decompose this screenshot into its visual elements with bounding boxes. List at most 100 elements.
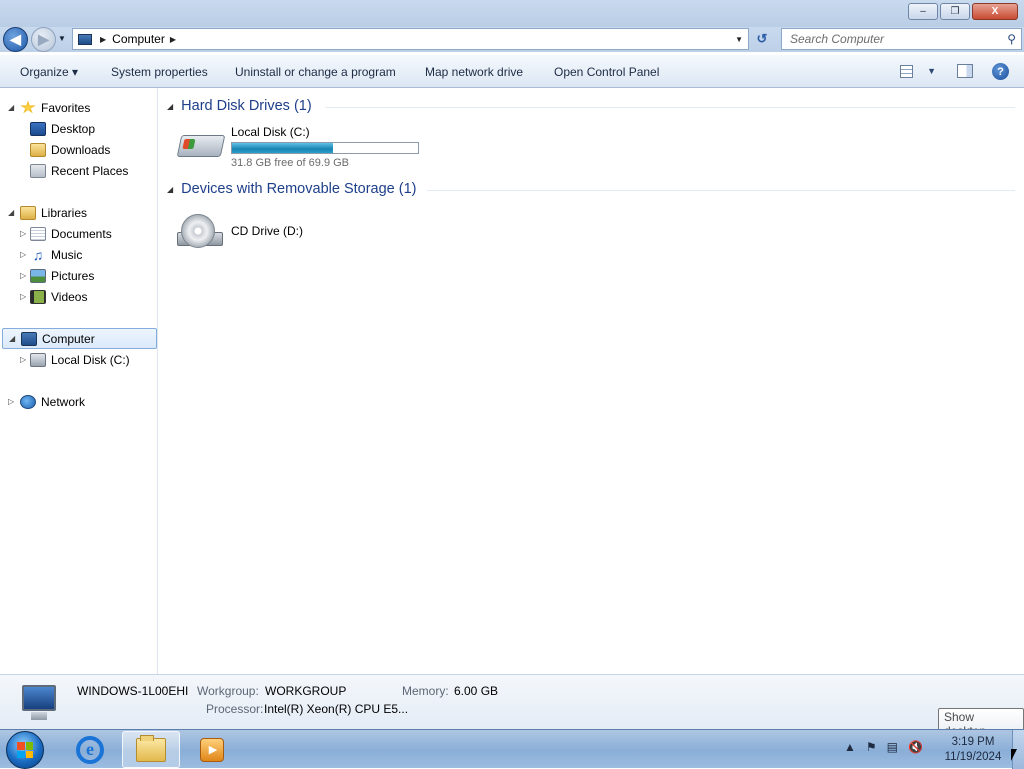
taskbar-windows-explorer[interactable] [122,731,180,768]
preview-pane-icon[interactable] [957,64,973,78]
downloads-folder-icon [30,142,46,157]
memory-value: 6.00 GB [454,684,499,698]
action-center-flag-icon[interactable]: ⚑ [866,740,877,754]
address-row: ◀ ▶ ▼ ▶ Computer ▶ ▼ ↺ ⚲ [0,27,1024,52]
network-icon [20,394,36,409]
taskbar-media-player[interactable]: ▶ [183,731,241,768]
recent-places-icon [30,163,46,178]
refresh-icon[interactable]: ↺ [751,28,773,50]
nav-local-disk[interactable]: ▷ Local Disk (C:) [20,349,130,370]
processor-label: Processor: [206,702,264,716]
nav-videos[interactable]: ▷ Videos [20,286,87,307]
drive-local-disk[interactable]: Local Disk (C:) 31.8 GB free of 69.9 GB [176,125,419,169]
start-button[interactable] [6,731,44,769]
expand-arrow-icon[interactable]: ▷ [20,250,26,259]
address-dropdown-icon[interactable]: ▼ [735,35,743,44]
processor-value: Intel(R) Xeon(R) CPU E5... [264,702,409,716]
details-pane: WINDOWS-1L00EHI Workgroup: WORKGROUP Mem… [0,674,1024,729]
group-title: Devices with Removable Storage (1) [181,181,417,197]
nav-label: Music [51,247,83,262]
libraries-icon [20,205,36,220]
group-title: Hard Disk Drives (1) [181,98,312,114]
minimize-button[interactable]: – [908,3,938,20]
breadcrumb-computer[interactable]: Computer [112,32,165,46]
nav-desktop[interactable]: Desktop [30,118,95,139]
forward-button[interactable]: ▶ [31,27,56,52]
nav-label: Libraries [41,205,88,220]
nav-label: Documents [51,226,112,241]
recent-pages-dropdown[interactable]: ▼ [58,34,66,43]
open-control-panel-button[interactable]: Open Control Panel [552,65,661,79]
computer-icon [78,33,92,45]
back-button[interactable]: ◀ [3,27,28,52]
help-icon[interactable]: ? [992,63,1009,80]
expand-arrow-icon[interactable]: ▷ [20,271,26,280]
search-icon[interactable]: ⚲ [1007,32,1016,46]
cd-drive-icon [177,210,223,256]
windows-logo-icon [17,742,33,758]
change-view-button[interactable]: ▼ [900,63,936,79]
media-player-icon: ▶ [200,737,224,762]
collapse-arrow-icon[interactable]: ◢ [167,185,173,194]
map-network-drive-button[interactable]: Map network drive [423,65,525,79]
nav-label: Recent Places [51,163,129,178]
show-hidden-icons-icon[interactable]: ▲ [844,740,856,754]
workgroup-value: WORKGROUP [265,684,347,698]
clock-time: 3:19 PM [951,736,995,748]
collapse-arrow-icon[interactable]: ◢ [8,208,14,217]
nav-label: Desktop [51,121,96,136]
explorer-folder-icon [136,734,166,762]
expand-arrow-icon[interactable]: ▷ [20,355,26,364]
nav-music[interactable]: ▷ ♫ Music [20,244,82,265]
nav-label: Favorites [41,100,91,115]
title-bar: – ❐ X [0,0,1024,27]
clock[interactable]: 3:19 PM 11/19/2024 [943,735,1003,765]
nav-label: Network [41,394,86,409]
system-tray: ▲ ⚑ ▤ 🔇 [844,740,933,754]
close-button[interactable]: X [972,3,1018,20]
nav-computer[interactable]: ◢ Computer [2,328,157,349]
pictures-icon [30,268,46,283]
chevron-down-icon[interactable]: ▼ [927,66,936,76]
uninstall-program-button[interactable]: Uninstall or change a program [233,65,398,79]
search-input[interactable] [790,32,1000,46]
organize-button[interactable]: Organize ▾ [18,65,80,79]
group-divider [325,107,1015,108]
taskbar-internet-explorer[interactable]: e [61,731,119,768]
nav-libraries[interactable]: ◢ Libraries [8,202,87,223]
expand-arrow-icon[interactable]: ▷ [20,229,26,238]
nav-favorites[interactable]: ◢ Favorites [8,97,90,118]
nav-documents[interactable]: ▷ Documents [20,223,112,244]
collapse-arrow-icon[interactable]: ◢ [9,334,15,343]
volume-muted-icon[interactable]: 🔇 [908,740,923,754]
computer-icon [21,331,37,346]
group-header-removable-storage[interactable]: ◢ Devices with Removable Storage (1) [167,181,416,197]
system-properties-button[interactable]: System properties [109,65,210,79]
computer-monitor-icon [18,685,60,721]
restore-button[interactable]: ❐ [940,3,970,20]
internet-explorer-icon: e [76,735,104,764]
collapse-arrow-icon[interactable]: ◢ [8,103,14,112]
taskbar: e ▶ ▲ ⚑ ▤ 🔇 3:19 PM 11/19/2024 [0,729,1024,769]
computer-name: WINDOWS-1L00EHI [77,684,189,698]
expand-arrow-icon[interactable]: ▷ [20,292,26,301]
videos-icon [30,289,46,304]
nav-network[interactable]: ▷ Network [8,391,85,412]
nav-pictures[interactable]: ▷ Pictures [20,265,94,286]
expand-arrow-icon[interactable]: ▷ [8,397,14,406]
breadcrumb-chevron-icon[interactable]: ▶ [100,35,106,44]
workgroup-label: Workgroup: [197,684,259,698]
collapse-arrow-icon[interactable]: ◢ [167,102,173,111]
drive-name: Local Disk (C:) [231,125,310,139]
group-header-hard-disk-drives[interactable]: ◢ Hard Disk Drives (1) [167,98,312,114]
drive-cd[interactable]: CD Drive (D:) [177,210,303,256]
nav-label: Pictures [51,268,95,283]
nav-label: Computer [42,331,95,346]
breadcrumb-chevron-icon[interactable]: ▶ [170,35,176,44]
nav-recent-places[interactable]: Recent Places [30,160,128,181]
nav-downloads[interactable]: Downloads [30,139,110,160]
address-bar[interactable]: ▶ Computer ▶ ▼ [72,28,749,50]
nav-label: Local Disk (C:) [51,352,130,367]
search-box: ⚲ [781,28,1022,50]
network-status-icon[interactable]: ▤ [887,740,898,754]
